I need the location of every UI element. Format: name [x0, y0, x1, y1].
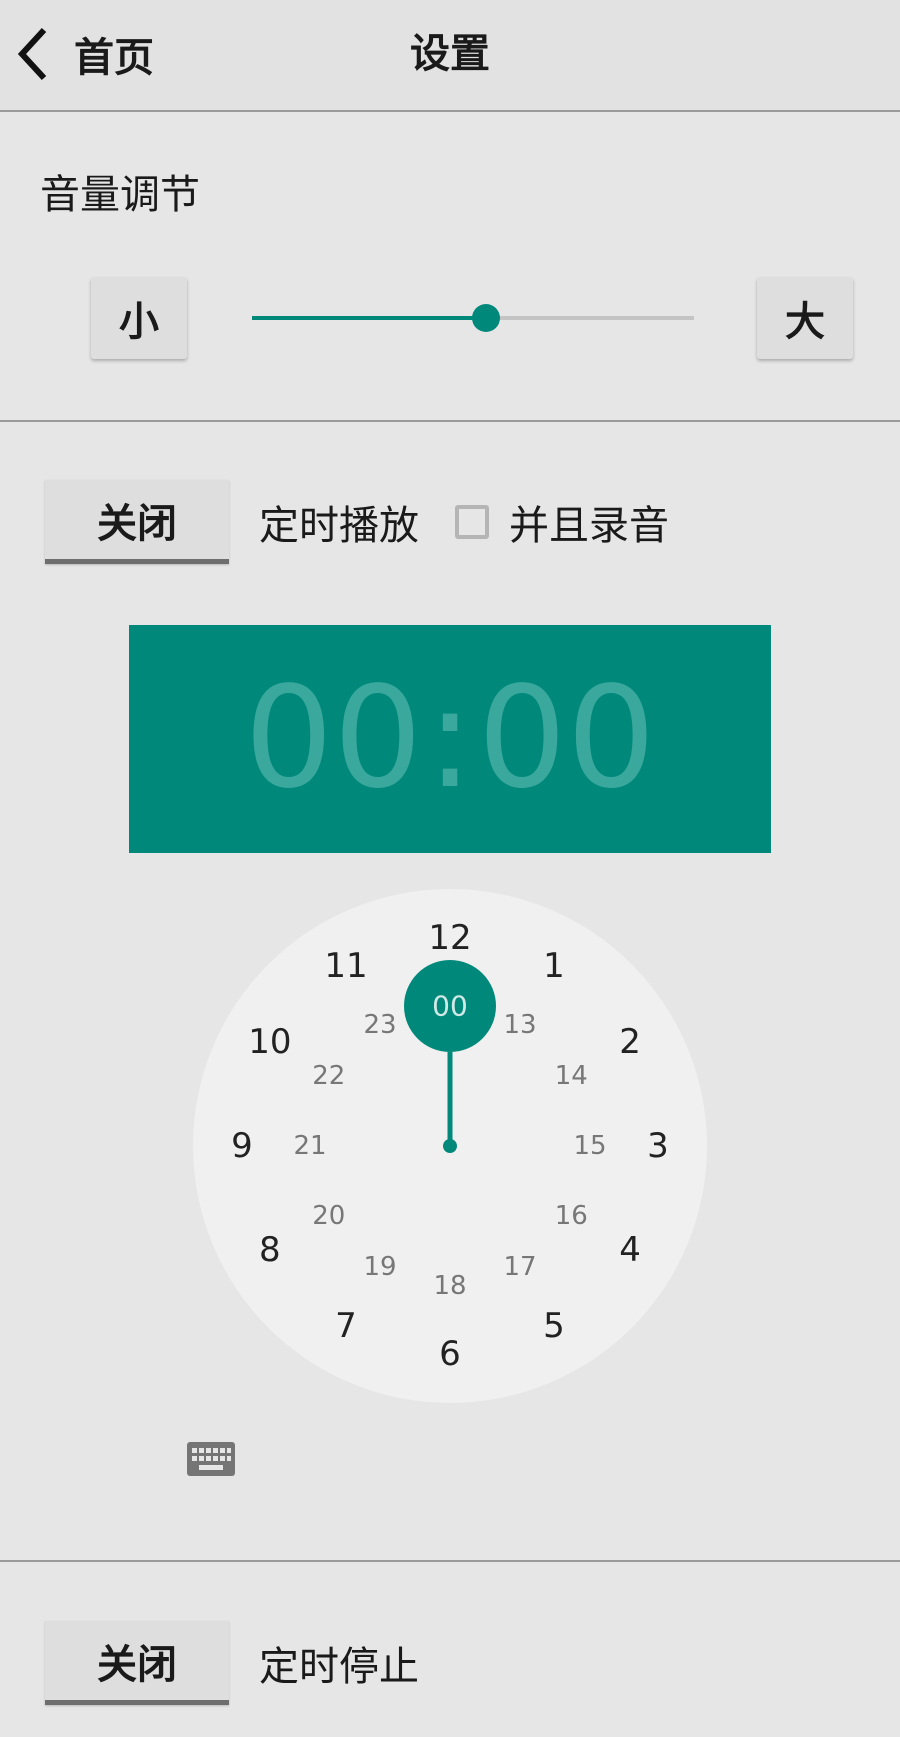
hour-display[interactable]: 00: [244, 669, 422, 809]
clock-hour-2[interactable]: 2: [619, 1022, 641, 1062]
volume-title: 音量调节: [40, 172, 200, 218]
clock-dial[interactable]: 12 1 2 3 4 5 6 7 8 9 10 11 00 13 14 15 16 17 18 19 20 21 22 23: [193, 889, 707, 1403]
volume-up-button[interactable]: 大: [757, 277, 853, 359]
clock-hour-1[interactable]: 1: [543, 946, 565, 986]
clock-hour-10[interactable]: 10: [248, 1022, 291, 1062]
clock-hour-17[interactable]: 17: [503, 1252, 536, 1282]
clock-hour-18[interactable]: 18: [433, 1271, 466, 1301]
clock-hour-5[interactable]: 5: [543, 1306, 565, 1346]
record-checkbox[interactable]: [455, 505, 489, 539]
back-button[interactable]: 首页: [18, 14, 154, 94]
timed-stop-label: 定时停止: [259, 1644, 419, 1690]
clock-hour-4[interactable]: 4: [619, 1230, 641, 1270]
clock-hour-19[interactable]: 19: [363, 1252, 396, 1282]
clock-hour-12[interactable]: 12: [428, 918, 471, 958]
clock-hour-8[interactable]: 8: [259, 1230, 281, 1270]
clock-hour-9[interactable]: 9: [231, 1126, 253, 1166]
timed-play-row: 关闭 定时播放 并且录音: [0, 480, 669, 564]
chevron-left-icon: [18, 27, 47, 81]
clock-hour-22[interactable]: 22: [312, 1061, 345, 1091]
timed-play-label: 定时播放: [259, 503, 419, 549]
timed-play-toggle-button[interactable]: 关闭: [45, 480, 229, 564]
clock-hour-13[interactable]: 13: [503, 1010, 536, 1040]
clock-hour-14[interactable]: 14: [555, 1061, 588, 1091]
clock-hour-15[interactable]: 15: [573, 1131, 606, 1161]
clock-hour-selected-00[interactable]: 00: [432, 990, 468, 1023]
clock-hour-3[interactable]: 3: [647, 1126, 669, 1166]
clock-hour-21[interactable]: 21: [293, 1131, 326, 1161]
slider-fill: [252, 316, 487, 320]
clock-hour-7[interactable]: 7: [335, 1306, 357, 1346]
back-label: 首页: [74, 35, 154, 81]
clock-hour-16[interactable]: 16: [555, 1201, 588, 1231]
keyboard-icon[interactable]: [187, 1442, 235, 1476]
volume-slider[interactable]: [252, 300, 694, 336]
clock-center-dot: [443, 1139, 457, 1153]
timed-stop-row: 关闭 定时停止: [0, 1621, 419, 1705]
volume-down-button[interactable]: 小: [91, 277, 187, 359]
clock-hour-20[interactable]: 20: [312, 1201, 345, 1231]
time-display: 00 : 00: [129, 625, 771, 853]
slider-thumb[interactable]: [472, 304, 501, 332]
clock-hour-23[interactable]: 23: [363, 1010, 396, 1040]
app-header: 首页 设置: [0, 0, 900, 112]
clock-hour-6[interactable]: 6: [439, 1334, 461, 1374]
timed-stop-toggle-button[interactable]: 关闭: [45, 1621, 229, 1705]
minute-display[interactable]: 00: [478, 669, 656, 809]
volume-section: 音量调节 小 大: [0, 112, 900, 422]
section-divider: [0, 1560, 900, 1562]
clock-hand-graphic: [404, 960, 496, 1153]
record-label: 并且录音: [509, 503, 669, 549]
clock-hour-11[interactable]: 11: [324, 946, 367, 986]
time-separator: :: [426, 657, 474, 820]
